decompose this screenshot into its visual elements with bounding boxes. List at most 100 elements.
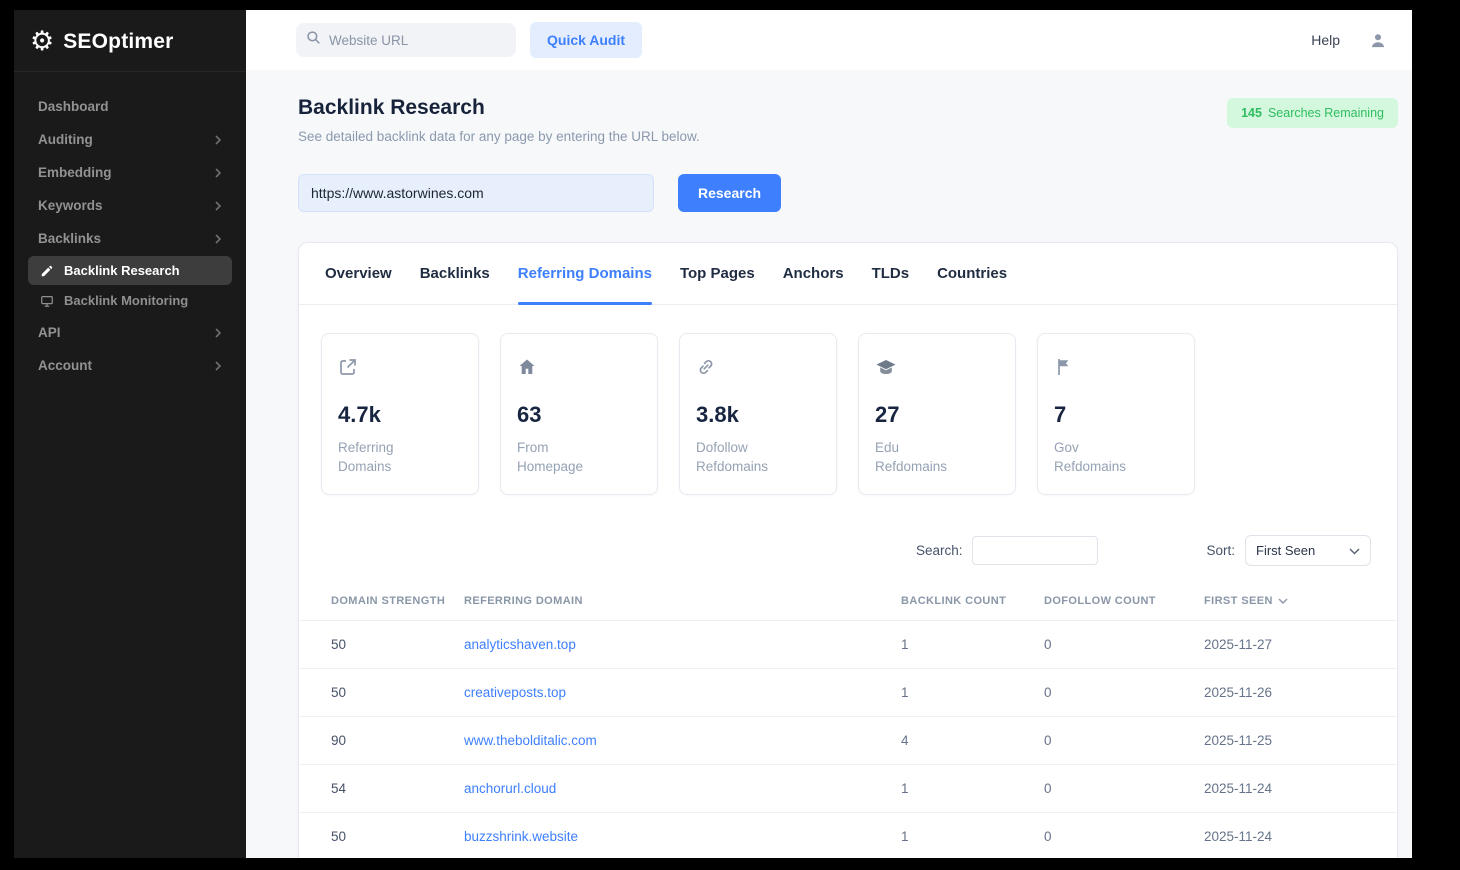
sidebar-item-backlink-monitoring[interactable]: Backlink Monitoring — [28, 286, 232, 315]
col-referring-domain: Referring Domain — [464, 582, 901, 621]
table-controls: Search: Sort: First Seen — [299, 535, 1397, 566]
topbar: Quick Audit Help — [246, 10, 1412, 70]
first-seen-value: 2025-11-27 — [1204, 621, 1397, 669]
stat-gov-refdomains: 7 Gov Refdomains — [1037, 333, 1195, 495]
page-subtitle: See detailed backlink data for any page … — [298, 129, 700, 144]
brand-name: SEOptimer — [63, 30, 173, 54]
table-row: 50 buzzshrink.website 1 0 2025-11-24 — [299, 813, 1397, 859]
backlink-count-value: 1 — [901, 621, 1044, 669]
home-icon — [517, 356, 641, 378]
stat-label: Dofollow Refdomains — [696, 438, 820, 476]
searches-remaining-label: Searches Remaining — [1268, 106, 1384, 120]
gear-logo-icon: ⚙ — [30, 28, 54, 55]
dofollow-count-value: 0 — [1044, 717, 1204, 765]
first-seen-value: 2025-11-25 — [1204, 717, 1397, 765]
research-button[interactable]: Research — [678, 174, 781, 212]
sort-select[interactable]: First Seen — [1245, 535, 1371, 566]
sidebar: ⚙ SEOptimer Dashboard Auditing Embedding… — [14, 10, 246, 858]
chevron-right-icon — [214, 200, 222, 212]
stat-label: From Homepage — [517, 438, 641, 476]
stat-label: Gov Refdomains — [1054, 438, 1178, 476]
table-row: 54 anchorurl.cloud 1 0 2025-11-24 — [299, 765, 1397, 813]
tab-tlds[interactable]: TLDs — [872, 243, 910, 304]
sidebar-item-label: Auditing — [38, 132, 93, 147]
backlink-count-value: 1 — [901, 765, 1044, 813]
searches-remaining-badge: 145 Searches Remaining — [1227, 98, 1398, 128]
chevron-right-icon — [214, 134, 222, 146]
sidebar-item-auditing[interactable]: Auditing — [28, 123, 232, 156]
sidebar-item-label: API — [38, 325, 61, 340]
stat-dofollow-refdomains: 3.8k Dofollow Refdomains — [679, 333, 837, 495]
search-filter-label: Search: — [916, 543, 963, 558]
sidebar-item-keywords[interactable]: Keywords — [28, 189, 232, 222]
domain-strength-value: 90 — [299, 717, 464, 765]
quick-audit-button[interactable]: Quick Audit — [530, 22, 642, 58]
stat-label: Edu Refdomains — [875, 438, 999, 476]
stat-value: 3.8k — [696, 402, 820, 428]
sidebar-item-label: Backlink Monitoring — [64, 293, 188, 308]
stat-value: 4.7k — [338, 402, 462, 428]
education-icon — [875, 356, 999, 378]
stat-referring-domains: 4.7k Referring Domains — [321, 333, 479, 495]
tab-overview[interactable]: Overview — [325, 243, 392, 304]
stat-value: 27 — [875, 402, 999, 428]
flag-icon — [1054, 356, 1178, 378]
table-row: 50 analyticshaven.top 1 0 2025-11-27 — [299, 621, 1397, 669]
chevron-right-icon — [214, 233, 222, 245]
sidebar-item-label: Embedding — [38, 165, 112, 180]
sort-group: Sort: First Seen — [1206, 535, 1371, 566]
tab-referring-domains[interactable]: Referring Domains — [518, 243, 652, 304]
referring-domain-link[interactable]: anchorurl.cloud — [464, 781, 556, 796]
website-url-input[interactable] — [329, 33, 506, 48]
backlink-results-card: Overview Backlinks Referring Domains Top… — [298, 242, 1398, 858]
website-url-search[interactable] — [296, 23, 516, 57]
referring-domain-link[interactable]: buzzshrink.website — [464, 829, 578, 844]
sidebar-item-backlink-research[interactable]: Backlink Research — [28, 256, 232, 285]
research-url-input[interactable] — [298, 174, 654, 212]
first-seen-sort-header[interactable]: First Seen — [1204, 595, 1288, 607]
page-header: Backlink Research See detailed backlink … — [298, 96, 1398, 144]
sidebar-item-api[interactable]: API — [28, 316, 232, 349]
app-window: ⚙ SEOptimer Dashboard Auditing Embedding… — [14, 10, 1412, 858]
referring-domain-link[interactable]: analyticshaven.top — [464, 637, 576, 652]
tab-countries[interactable]: Countries — [937, 243, 1007, 304]
table-row: 90 www.thebolditalic.com 4 0 2025-11-25 — [299, 717, 1397, 765]
external-link-icon — [338, 356, 462, 378]
tab-backlinks[interactable]: Backlinks — [420, 243, 490, 304]
domain-strength-value: 50 — [299, 621, 464, 669]
sort-caret-icon — [1278, 595, 1288, 607]
dofollow-count-value: 0 — [1044, 621, 1204, 669]
dofollow-count-value: 0 — [1044, 765, 1204, 813]
tab-anchors[interactable]: Anchors — [783, 243, 844, 304]
stats-row: 4.7k Referring Domains 63 From — [299, 305, 1397, 495]
sidebar-item-backlinks[interactable]: Backlinks — [28, 222, 232, 255]
sidebar-item-label: Keywords — [38, 198, 103, 213]
help-link[interactable]: Help — [1311, 32, 1340, 48]
first-seen-value: 2025-11-24 — [1204, 813, 1397, 859]
referring-domain-link[interactable]: www.thebolditalic.com — [464, 733, 597, 748]
backlink-count-value: 4 — [901, 717, 1044, 765]
first-seen-value: 2025-11-24 — [1204, 765, 1397, 813]
col-domain-strength: Domain Strength — [299, 582, 464, 621]
user-menu-icon[interactable] — [1368, 31, 1388, 50]
referring-domain-link[interactable]: creativeposts.top — [464, 685, 566, 700]
main-area: Quick Audit Help Backlink Research See d… — [246, 10, 1412, 858]
tab-top-pages[interactable]: Top Pages — [680, 243, 755, 304]
table-row: 50 creativeposts.top 1 0 2025-11-26 — [299, 669, 1397, 717]
chevron-right-icon — [214, 360, 222, 372]
link-icon — [696, 356, 820, 378]
pencil-icon — [40, 264, 54, 278]
table-search-input[interactable] — [972, 536, 1098, 565]
search-icon — [306, 30, 321, 50]
sidebar-item-label: Dashboard — [38, 99, 109, 114]
sidebar-item-label: Backlinks — [38, 231, 101, 246]
brand-logo[interactable]: ⚙ SEOptimer — [14, 10, 246, 72]
monitor-icon — [40, 294, 54, 308]
sidebar-item-dashboard[interactable]: Dashboard — [28, 90, 232, 123]
sort-select-value: First Seen — [1256, 543, 1315, 558]
stat-from-homepage: 63 From Homepage — [500, 333, 658, 495]
sidebar-item-label: Account — [38, 358, 92, 373]
sidebar-item-account[interactable]: Account — [28, 349, 232, 382]
searches-remaining-count: 145 — [1241, 106, 1262, 120]
sidebar-item-embedding[interactable]: Embedding — [28, 156, 232, 189]
